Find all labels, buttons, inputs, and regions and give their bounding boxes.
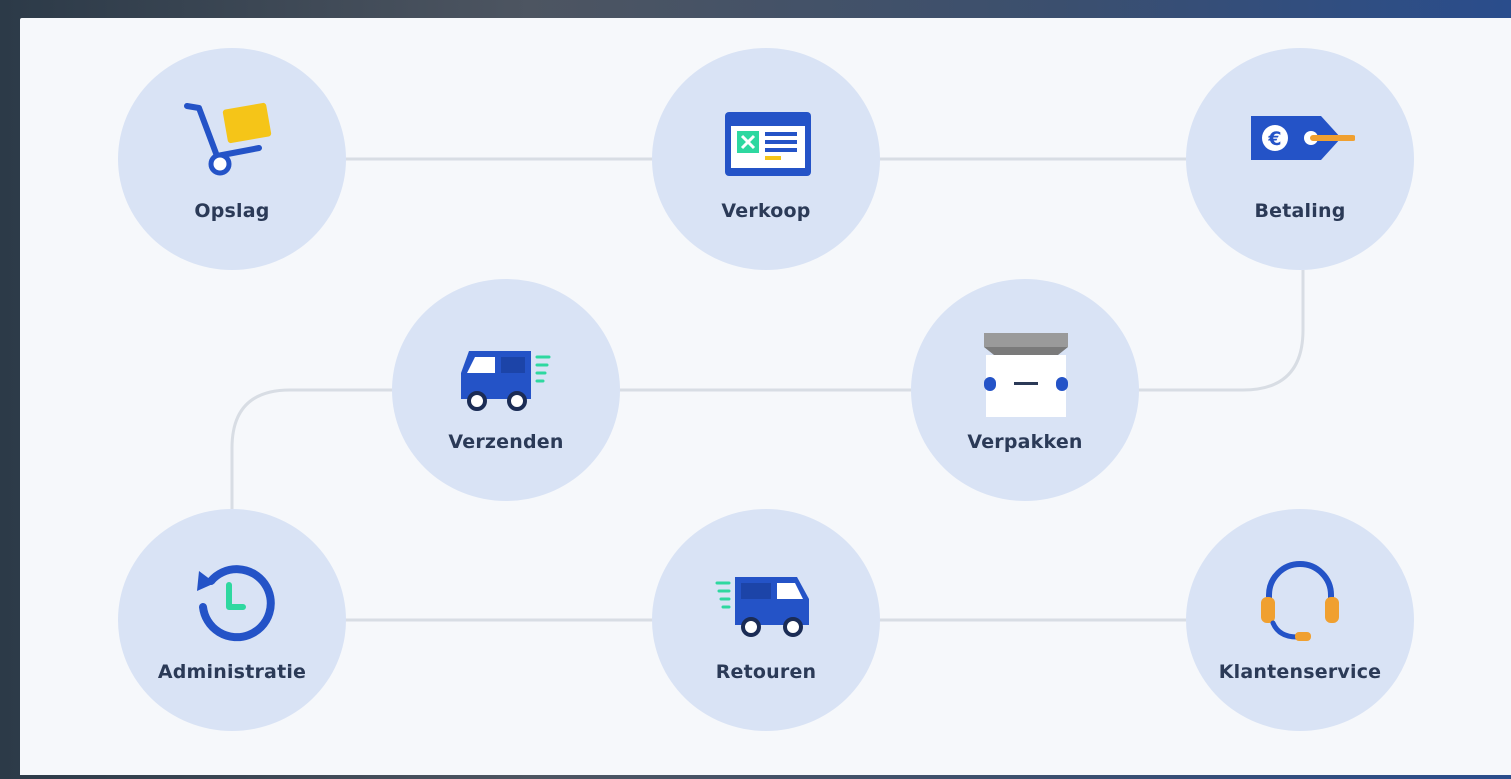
euro-price-tag-icon: € (1245, 98, 1355, 188)
svg-text:€: € (1267, 128, 1281, 150)
node-verzenden: Verzenden (392, 279, 620, 501)
node-retouren: Retouren (652, 509, 880, 731)
node-label-administratie: Administratie (157, 661, 307, 683)
edge-verzenden-administratie (230, 388, 393, 510)
node-klantenservice: Klantenservice (1186, 509, 1414, 731)
node-label-betaling: Betaling (1254, 200, 1346, 222)
delivery-van-icon (451, 329, 561, 419)
clock-refresh-icon (177, 559, 287, 649)
node-opslag: Opslag (118, 48, 346, 270)
node-label-opslag: Opslag (194, 200, 270, 222)
hand-truck-icon (177, 98, 287, 188)
node-verpakken: Verpakken (911, 279, 1139, 501)
package-box-icon (970, 329, 1080, 419)
edge-betaling-verpakken (1138, 270, 1305, 392)
node-verkoop: Verkoop (652, 48, 880, 270)
node-betaling: € Betaling (1186, 48, 1414, 270)
node-label-verzenden: Verzenden (448, 431, 564, 453)
node-administratie: Administratie (118, 509, 346, 731)
node-label-retouren: Retouren (715, 661, 817, 683)
headset-icon (1245, 559, 1355, 649)
node-label-verpakken: Verpakken (967, 431, 1083, 453)
spreadsheet-icon (711, 98, 821, 188)
return-van-icon (711, 559, 821, 649)
node-label-klantenservice: Klantenservice (1218, 661, 1382, 683)
node-label-verkoop: Verkoop (721, 200, 811, 222)
